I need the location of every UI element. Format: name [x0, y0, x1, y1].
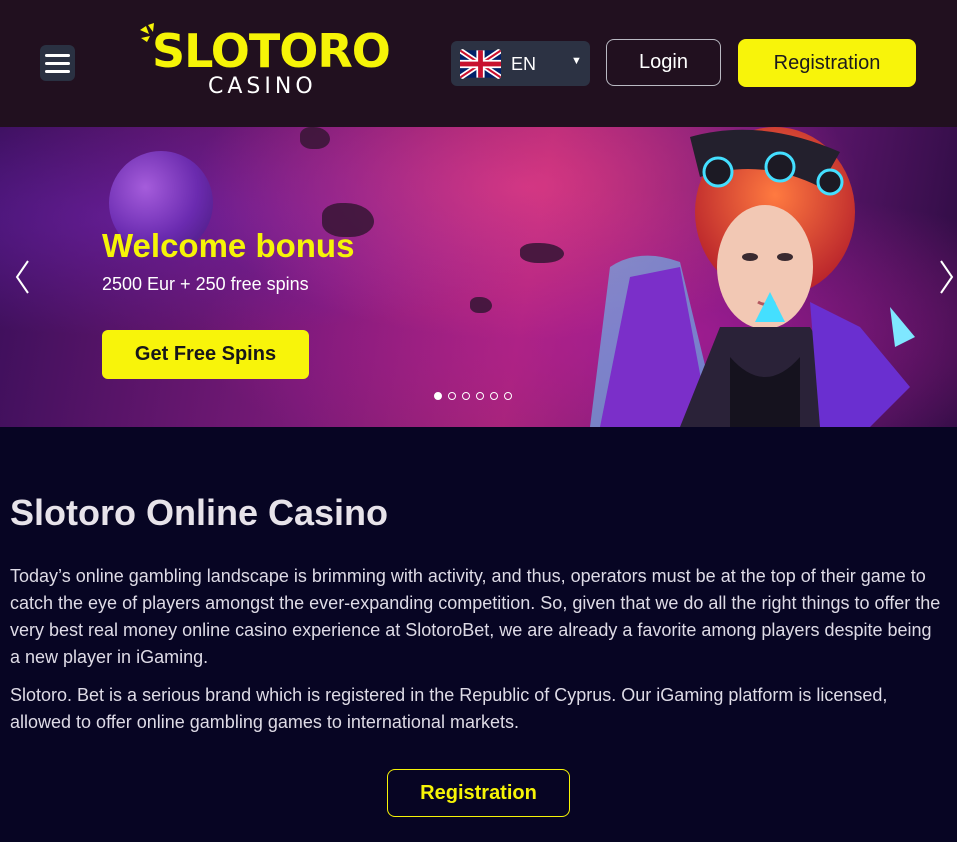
site-logo[interactable]: SLOTORO CASINO: [138, 22, 391, 104]
registration-button-header[interactable]: Registration: [738, 39, 916, 87]
hamburger-menu-button[interactable]: [40, 45, 75, 81]
caret-down-icon: ▼: [571, 55, 582, 67]
chevron-right-icon[interactable]: [936, 259, 956, 295]
asteroid-decoration: [300, 127, 330, 149]
logo-subtitle: CASINO: [208, 74, 317, 99]
carousel-indicators: [434, 392, 512, 400]
carousel-dot[interactable]: [504, 392, 512, 400]
asteroid-decoration: [520, 243, 564, 263]
site-header: SLOTORO CASINO EN ▼ Login Registration: [0, 0, 957, 127]
carousel-dot[interactable]: [448, 392, 456, 400]
menu-bar: [45, 61, 70, 65]
hero-subtitle: 2500 Eur + 250 free spins: [102, 274, 309, 294]
hero-carousel: Welcome bonus 2500 Eur + 250 free spins …: [0, 127, 957, 427]
chevron-left-icon[interactable]: [13, 259, 33, 295]
intro-paragraph: Today’s online gambling landscape is bri…: [10, 566, 941, 667]
hero-title: Welcome bonus: [102, 227, 355, 264]
menu-bar: [45, 53, 70, 57]
logo-wordmark: SLOTORO: [152, 24, 391, 78]
carousel-dot[interactable]: [476, 392, 484, 400]
language-code: EN: [511, 54, 537, 74]
language-select[interactable]: EN ▼: [451, 41, 590, 86]
asteroid-decoration: [470, 297, 492, 313]
menu-bar: [45, 69, 70, 73]
about-paragraph: Slotoro. Bet is a serious brand which is…: [10, 685, 888, 732]
page-title: Slotoro Online Casino: [10, 492, 389, 533]
character-illustration: [590, 127, 915, 427]
carousel-dot[interactable]: [490, 392, 498, 400]
registration-button[interactable]: Registration: [387, 769, 570, 817]
uk-flag-icon: [460, 49, 501, 79]
carousel-dot[interactable]: [462, 392, 470, 400]
carousel-dot[interactable]: [434, 392, 442, 400]
login-button[interactable]: Login: [606, 39, 721, 86]
get-free-spins-button[interactable]: Get Free Spins: [102, 330, 309, 379]
